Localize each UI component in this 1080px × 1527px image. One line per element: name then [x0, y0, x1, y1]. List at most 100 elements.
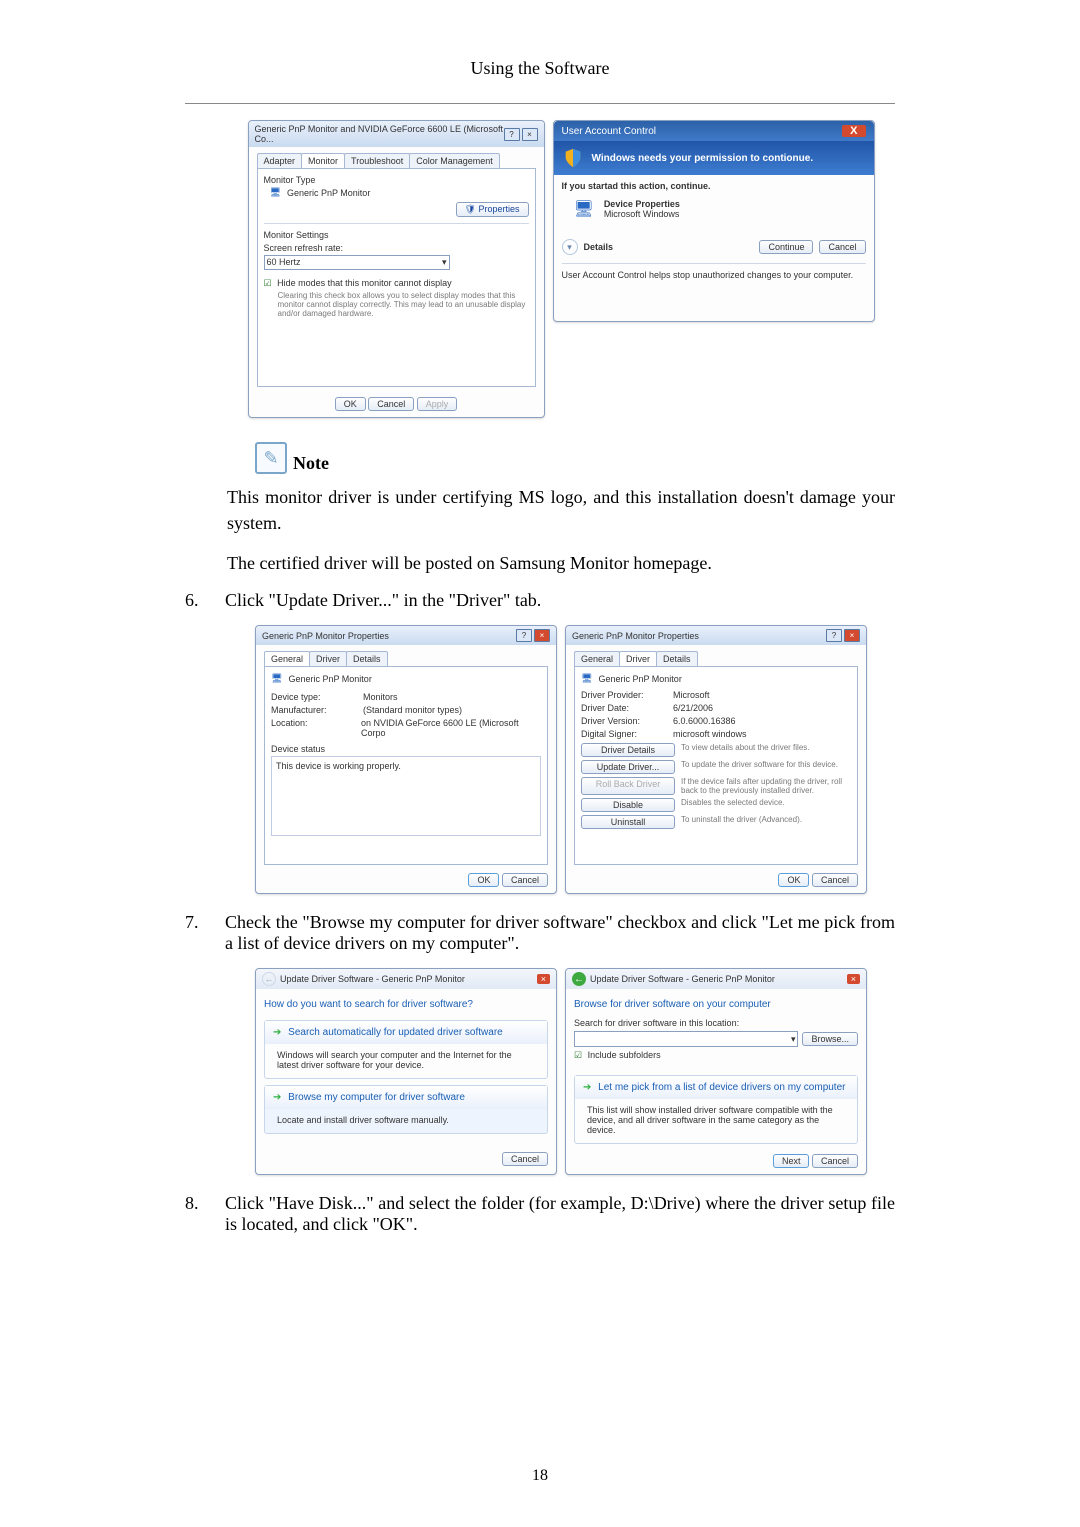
- disable-button[interactable]: Disable: [581, 798, 675, 812]
- uac-title-text: User Account Control: [562, 126, 657, 137]
- update-wizard-2: ← Update Driver Software - Generic PnP M…: [565, 968, 867, 1175]
- ok-button[interactable]: OK: [335, 397, 366, 411]
- dialog-title-text: Generic PnP Monitor and NVIDIA GeForce 6…: [255, 124, 504, 144]
- tab-monitor[interactable]: Monitor: [301, 153, 345, 168]
- tab-driver[interactable]: Driver: [309, 651, 347, 666]
- props-general-dialog: Generic PnP Monitor Properties ?× Genera…: [255, 625, 557, 894]
- option-browse-computer[interactable]: ➔ Browse my computer for driver software…: [264, 1085, 548, 1134]
- chevron-down-icon[interactable]: ▾: [562, 239, 578, 255]
- tab-troubleshoot[interactable]: Troubleshoot: [344, 153, 410, 168]
- rollback-driver-button[interactable]: Roll Back Driver: [581, 777, 675, 795]
- monitor-icon: 🖥: [581, 673, 592, 684]
- tab-driver[interactable]: Driver: [619, 651, 657, 666]
- window-controls: ? ×: [504, 128, 538, 141]
- properties-button-label: Properties: [478, 204, 519, 214]
- step-text: Click "Update Driver..." in the "Driver"…: [225, 590, 895, 611]
- dialog-body: Adapter Monitor Troubleshoot Color Manag…: [249, 147, 544, 417]
- tab-general[interactable]: General: [264, 651, 310, 666]
- wizard-heading: Browse for driver software on your compu…: [574, 999, 858, 1010]
- signer-label: Digital Signer:: [581, 729, 661, 739]
- arrow-right-icon: ➔: [273, 1092, 281, 1103]
- help-icon[interactable]: ?: [504, 128, 520, 141]
- tab-general[interactable]: General: [574, 651, 620, 666]
- driver-details-desc: To view details about the driver files.: [681, 743, 851, 757]
- arrow-right-icon: ➔: [273, 1027, 281, 1038]
- uninstall-button[interactable]: Uninstall: [581, 815, 675, 829]
- step-number: 8.: [185, 1193, 207, 1235]
- refresh-rate-select[interactable]: 60 Hertz ▾: [264, 255, 450, 270]
- hide-modes-checkbox[interactable]: Hide modes that this monitor cannot disp…: [264, 278, 529, 289]
- tab-adapter[interactable]: Adapter: [257, 153, 303, 168]
- back-icon[interactable]: ←: [572, 972, 586, 986]
- cancel-button[interactable]: Cancel: [502, 1152, 548, 1166]
- document-page: Using the Software Generic PnP Monitor a…: [0, 0, 1080, 1527]
- update-driver-button[interactable]: Update Driver...: [581, 760, 675, 774]
- monitor-type-value: Generic PnP Monitor: [287, 188, 370, 198]
- close-icon[interactable]: ×: [534, 629, 550, 642]
- step-7: 7. Check the "Browse my computer for dri…: [185, 912, 895, 954]
- dialog-body: General Driver Details 🖥 Generic PnP Mon…: [566, 645, 866, 893]
- wizard-heading: How do you want to search for driver sof…: [264, 999, 548, 1010]
- update-wizard-1: ← Update Driver Software - Generic PnP M…: [255, 968, 557, 1175]
- uac-publisher: Microsoft Windows: [604, 209, 680, 219]
- close-icon[interactable]: ×: [522, 128, 538, 141]
- step-number: 6.: [185, 590, 207, 611]
- close-icon[interactable]: ×: [537, 974, 550, 984]
- close-icon[interactable]: ×: [847, 974, 860, 984]
- continue-button[interactable]: Continue: [759, 240, 813, 254]
- uac-details-toggle[interactable]: Details: [584, 242, 754, 252]
- dialog-body: General Driver Details 🖥 Generic PnP Mon…: [256, 645, 556, 893]
- help-icon[interactable]: ?: [826, 629, 842, 642]
- props-driver-dialog: Generic PnP Monitor Properties ?× Genera…: [565, 625, 867, 894]
- driver-details-button[interactable]: Driver Details: [581, 743, 675, 757]
- step-text: Check the "Browse my computer for driver…: [225, 912, 895, 954]
- uac-dialog: User Account Control X Windows needs you…: [553, 120, 875, 322]
- monitor-type-group-label: Monitor Type: [264, 175, 529, 185]
- ok-button[interactable]: OK: [468, 873, 499, 887]
- dialog-titlebar: Generic PnP Monitor Properties ?×: [256, 626, 556, 645]
- cancel-button[interactable]: Cancel: [812, 873, 858, 887]
- date-value: 6/21/2006: [673, 703, 713, 713]
- apply-button[interactable]: Apply: [417, 397, 458, 411]
- signer-value: microsoft windows: [673, 729, 747, 739]
- uac-app-name: Device Properties: [604, 199, 680, 209]
- tab-details[interactable]: Details: [346, 651, 388, 666]
- device-type-value: Monitors: [363, 692, 398, 702]
- browse-button[interactable]: Browse...: [802, 1032, 858, 1046]
- window-controls: ?×: [826, 629, 860, 642]
- device-name: Generic PnP Monitor: [288, 674, 371, 684]
- step-6: 6. Click "Update Driver..." in the "Driv…: [185, 590, 895, 611]
- tab-color-management[interactable]: Color Management: [409, 153, 500, 168]
- close-icon[interactable]: X: [842, 125, 865, 137]
- rollback-driver-desc: If the device fails after updating the d…: [681, 777, 851, 795]
- manufacturer-label: Manufacturer:: [271, 705, 351, 715]
- uac-footer-text: User Account Control helps stop unauthor…: [562, 270, 866, 280]
- option-title: Browse my computer for driver software: [288, 1092, 465, 1103]
- uac-body: If you startad this action, continue. 🖥 …: [554, 175, 874, 286]
- hide-modes-help: Clearing this check box allows you to se…: [278, 291, 529, 318]
- location-label: Location:: [271, 718, 349, 738]
- include-subfolders-checkbox[interactable]: Include subfolders: [574, 1050, 858, 1061]
- back-icon[interactable]: ←: [262, 972, 276, 986]
- cancel-button[interactable]: Cancel: [368, 397, 414, 411]
- monitor-icon: 🖥: [271, 673, 282, 684]
- monitor-icon: 🖥: [574, 199, 594, 219]
- next-button[interactable]: Next: [773, 1154, 810, 1168]
- cancel-button[interactable]: Cancel: [812, 1154, 858, 1168]
- help-icon[interactable]: ?: [516, 629, 532, 642]
- note-line-2: The certified driver will be posted on S…: [227, 550, 895, 576]
- device-name: Generic PnP Monitor: [598, 674, 681, 684]
- properties-button[interactable]: 🛡 Properties: [456, 202, 529, 217]
- close-icon[interactable]: ×: [844, 629, 860, 642]
- cancel-button[interactable]: Cancel: [502, 873, 548, 887]
- cancel-button[interactable]: Cancel: [819, 240, 865, 254]
- tab-details[interactable]: Details: [656, 651, 698, 666]
- note-callout: ✎ Note: [255, 442, 895, 474]
- wizard-body: Browse for driver software on your compu…: [566, 989, 866, 1174]
- steps-list: 6. Click "Update Driver..." in the "Driv…: [185, 590, 895, 611]
- ok-button[interactable]: OK: [778, 873, 809, 887]
- update-driver-desc: To update the driver software for this d…: [681, 760, 851, 774]
- chevron-down-icon[interactable]: ▾: [791, 1034, 796, 1045]
- option-auto-search[interactable]: ➔ Search automatically for updated drive…: [264, 1020, 548, 1079]
- option-let-me-pick[interactable]: ➔ Let me pick from a list of device driv…: [574, 1075, 858, 1144]
